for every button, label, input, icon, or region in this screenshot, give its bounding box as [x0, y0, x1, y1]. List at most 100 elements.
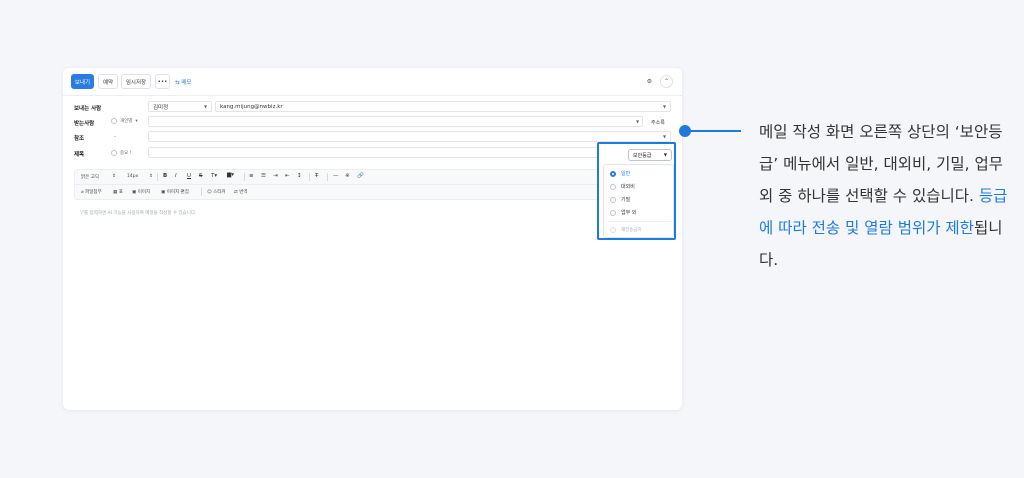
checkbox-icon — [610, 227, 616, 233]
divider — [201, 188, 202, 196]
attach-label: 파일첨부 — [85, 190, 102, 195]
paperclip-icon: ⌀ — [81, 190, 84, 195]
table-label: 표 — [118, 190, 123, 195]
send-button[interactable]: 보내기 — [71, 74, 94, 89]
image-label: 이미지 — [137, 190, 151, 195]
attach-button[interactable]: ⌀ 파일첨부 — [81, 189, 102, 195]
italic-button[interactable]: I — [175, 173, 177, 179]
sender-name: 김미정 — [153, 104, 169, 111]
special-char-icon[interactable]: ※ — [345, 173, 350, 179]
divider — [244, 173, 245, 181]
option-label: 기밀 — [621, 197, 631, 203]
individual-option[interactable]: 개인별 ▾ — [111, 118, 138, 124]
divider — [327, 173, 328, 181]
image-icon: ▣ — [132, 190, 137, 195]
memo-button[interactable]: ⇆ 메모 — [175, 78, 191, 86]
security-level-button[interactable]: 보안등급 ▼ — [628, 149, 672, 161]
align-left-icon[interactable]: ≡ — [249, 173, 254, 179]
security-option-confidential[interactable]: 대외비 — [610, 183, 635, 190]
option-label: 일반 — [621, 171, 631, 177]
chevron-down-icon: ▼ — [663, 104, 667, 109]
divider — [309, 173, 310, 181]
image-button[interactable]: ▣ 이미지 — [132, 189, 150, 195]
image-edit-label: 이미지 편집 — [166, 190, 189, 195]
callout-line — [689, 130, 741, 132]
divider — [157, 173, 158, 181]
callout-dot — [679, 125, 691, 137]
table-button[interactable]: ▦ 표 — [113, 189, 123, 195]
forward-ban-option[interactable]: 재전송금지 — [610, 227, 642, 233]
text-color-icon[interactable]: T▾ — [211, 173, 217, 179]
sender-email: kang.mijung@nwbiz.kr — [220, 103, 283, 110]
bold-button[interactable]: B — [163, 173, 167, 179]
mail-compose-window: 보내기 예약 임시저장 ••• ⇆ 메모 ⚙ ⌃ 보내는 사람 김미정 ▼ ka… — [63, 68, 682, 410]
more-button[interactable]: ••• — [155, 74, 170, 89]
chevron-down-icon: ▼ — [636, 119, 640, 124]
toolbar-divider — [75, 184, 675, 185]
description-part1: 메일 작성 화면 오른쪽 상단의 ‘보안등급’ 메뉴에서 일반, 대외비, 기밀… — [759, 123, 1003, 205]
subject-input[interactable] — [148, 147, 598, 158]
radio-icon — [610, 183, 616, 190]
indent-icon[interactable]: ⇥ — [273, 173, 278, 179]
to-label: 받는사람 — [74, 121, 95, 127]
bg-color-icon[interactable]: ▆▾ — [227, 172, 234, 178]
horizontal-line-icon[interactable]: — — [333, 173, 339, 179]
security-option-nonwork[interactable]: 업무 외 — [610, 209, 636, 216]
important-option[interactable]: 중요 ! — [111, 150, 132, 156]
chevron-down-icon: ▼ — [663, 152, 667, 157]
sender-label: 보내는 사람 — [74, 106, 102, 112]
draft-button[interactable]: 임시저장 — [121, 74, 151, 89]
radio-selected-icon — [610, 170, 616, 177]
outdent-icon[interactable]: ⇤ — [285, 173, 290, 179]
list-icon[interactable]: ☰ — [261, 173, 266, 179]
sticker-button[interactable]: ☺ 스티커 — [207, 189, 226, 195]
cc-input[interactable] — [148, 131, 671, 142]
radio-icon — [111, 150, 117, 156]
security-option-normal[interactable]: 일반 — [610, 170, 630, 177]
cc-label: 참조 — [74, 136, 85, 142]
sticker-icon: ☺ — [207, 190, 212, 195]
cc-dash: - — [114, 134, 116, 140]
editor-toolbar: 맑은 고딕 ⇕ 14px ⇕ B I U S T▾ ▆▾ ≡ ☰ ⇥ ⇤ ↕ T… — [74, 169, 675, 200]
underline-button[interactable]: U — [187, 173, 191, 179]
security-level-dropdown: 일반 대외비 기밀 업무 외 재전송금지 — [603, 164, 674, 238]
line-height-icon[interactable]: ↕ — [297, 173, 302, 179]
reserve-button[interactable]: 예약 — [98, 74, 118, 89]
important-label: 중요 ! — [120, 151, 132, 156]
table-icon: ▦ — [113, 190, 118, 195]
security-level-label: 보안등급 — [633, 152, 652, 159]
link-icon[interactable]: 🔗 — [357, 173, 364, 179]
address-book-button[interactable]: 주소록 — [651, 119, 665, 126]
to-input[interactable] — [148, 116, 643, 127]
option-label: 업무 외 — [621, 210, 637, 216]
gear-icon[interactable]: ⚙ — [643, 75, 656, 88]
translate-label: 번역 — [239, 190, 248, 195]
sender-name-select[interactable]: 김미정 — [148, 101, 212, 112]
forward-ban-label: 재전송금지 — [621, 228, 642, 233]
image-edit-button[interactable]: ▣ 이미지 편집 — [161, 189, 189, 195]
font-size-select[interactable]: 14px — [127, 174, 138, 179]
chevron-updown-icon: ⇕ — [149, 174, 153, 179]
translate-button[interactable]: ⇄ 번역 — [234, 189, 248, 195]
radio-icon — [111, 118, 117, 124]
strike-button[interactable]: S — [199, 173, 203, 179]
translate-icon: ⇄ — [234, 190, 238, 195]
clear-format-icon[interactable]: T̶ — [315, 173, 318, 179]
chevron-down-icon: ▼ — [204, 104, 208, 109]
sender-email-select[interactable]: kang.mijung@nwbiz.kr — [215, 101, 671, 112]
security-option-secret[interactable]: 기밀 — [610, 196, 630, 203]
option-label: 대외비 — [621, 184, 635, 190]
chevron-down-icon: ▾ — [135, 118, 138, 124]
editor-placeholder[interactable]: '/'를 입력하면 AI 기능을 사용하여 메일을 작성할 수 있습니다. — [80, 210, 197, 216]
sticker-label: 스티커 — [213, 190, 226, 195]
individual-label: 개인별 — [120, 119, 133, 124]
image-edit-icon: ▣ — [161, 190, 166, 195]
chevron-up-icon[interactable]: ⌃ — [660, 75, 673, 88]
radio-icon — [610, 196, 616, 203]
chevron-down-icon: ▼ — [663, 134, 667, 139]
description-text: 메일 작성 화면 오른쪽 상단의 ‘보안등급’ 메뉴에서 일반, 대외비, 기밀… — [759, 116, 1019, 276]
font-select[interactable]: 맑은 고딕 — [81, 174, 99, 180]
dropdown-divider — [608, 221, 671, 222]
security-level-highlight: 보안등급 ▼ 일반 대외비 기밀 업무 외 재전송금지 — [597, 142, 676, 240]
chevron-updown-icon: ⇕ — [112, 174, 116, 179]
